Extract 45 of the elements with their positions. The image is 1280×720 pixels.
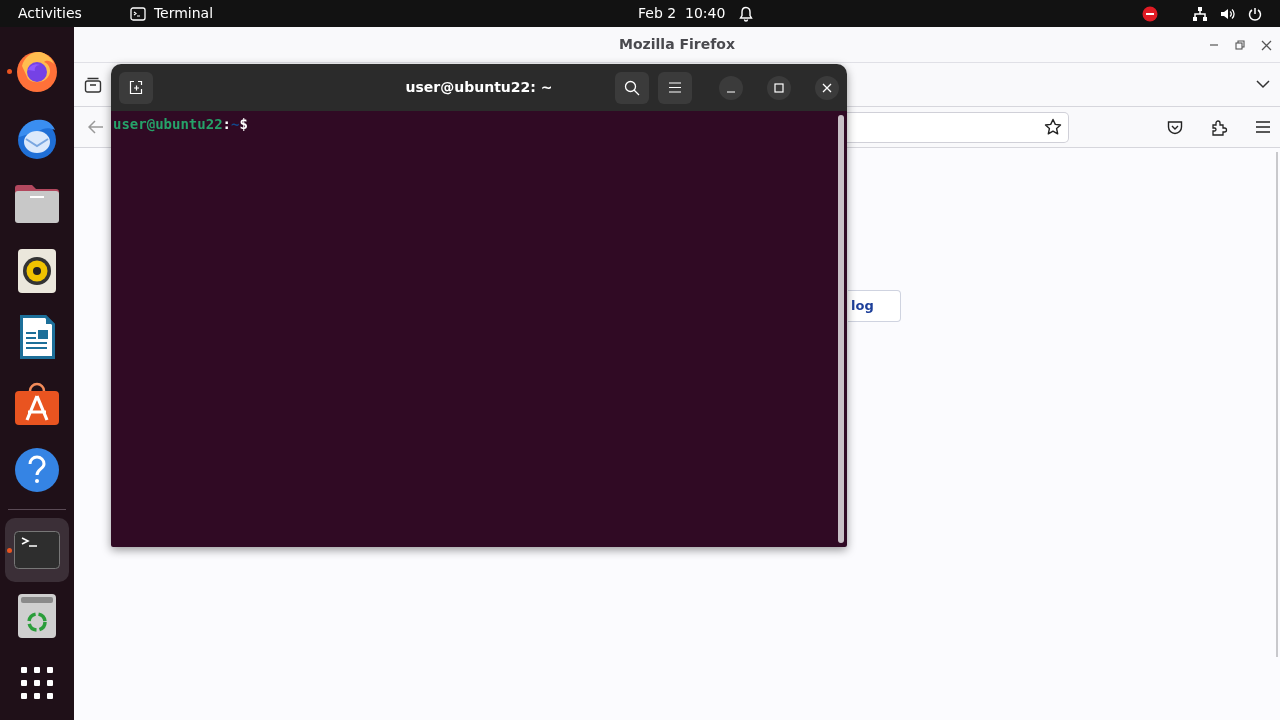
folder-icon [14, 184, 60, 224]
shell-prompt: user@ubuntu22:~$ [113, 116, 248, 132]
minimize-icon[interactable] [1209, 44, 1219, 46]
recycle-bin-icon [18, 594, 56, 638]
maximize-icon [774, 82, 784, 93]
terminal-icon [14, 530, 60, 569]
menu-icon [669, 82, 681, 93]
network-icon[interactable] [1192, 6, 1208, 21]
scrollbar[interactable] [1276, 152, 1278, 657]
restore-icon[interactable] [1235, 40, 1245, 50]
activities-button[interactable]: Activities [18, 3, 82, 24]
menu-button[interactable] [658, 71, 692, 104]
new-tab-icon [128, 80, 144, 95]
volume-icon[interactable] [1220, 6, 1236, 21]
pocket-icon[interactable] [1167, 119, 1183, 135]
document-icon [18, 314, 56, 360]
window-title: user@ubuntu22: ~ [404, 78, 554, 97]
shopping-bag-icon [14, 380, 60, 427]
window-title: Mozilla Firefox [619, 35, 735, 54]
maximize-button[interactable] [767, 75, 791, 100]
power-icon[interactable] [1248, 6, 1262, 21]
app-grid-icon [21, 666, 53, 699]
close-icon [822, 82, 832, 93]
app-menu[interactable]: Terminal [129, 3, 214, 24]
tab-overview-icon[interactable] [84, 76, 102, 93]
chevron-down-icon[interactable] [1256, 80, 1270, 89]
scrollbar[interactable] [838, 115, 844, 543]
search-icon [624, 79, 640, 96]
menu-icon[interactable] [1256, 121, 1270, 133]
minimize-button[interactable] [719, 75, 743, 100]
search-button[interactable] [615, 71, 649, 104]
bell-icon[interactable] [739, 5, 754, 22]
new-tab-button[interactable] [119, 71, 153, 104]
terminal-icon [129, 6, 146, 21]
speaker-icon [18, 248, 56, 293]
minimize-icon [726, 90, 736, 93]
help-icon [14, 447, 60, 493]
puzzle-piece-icon[interactable] [1211, 118, 1228, 136]
close-icon[interactable] [1261, 39, 1272, 51]
clock[interactable]: Feb 2 10:40 [638, 3, 726, 24]
close-button[interactable] [815, 75, 839, 100]
star-icon[interactable] [1044, 118, 1062, 136]
back-arrow-icon[interactable] [88, 120, 104, 134]
do-not-disturb-icon[interactable] [1142, 5, 1158, 22]
page-button[interactable]: log [848, 290, 901, 322]
